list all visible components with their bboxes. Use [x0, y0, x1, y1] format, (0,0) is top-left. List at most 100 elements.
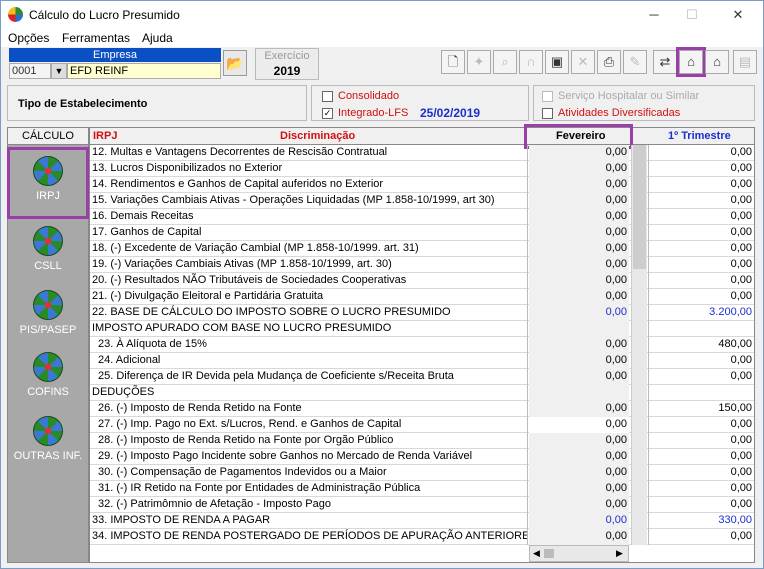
cell-fevereiro[interactable]: 0,00 — [529, 209, 629, 225]
cell-fevereiro[interactable]: 0,00 — [529, 145, 629, 161]
table-row[interactable]: 30. (-) Compensação de Pagamentos Indevi… — [90, 465, 754, 481]
empresa-down-icon[interactable]: ▼ — [51, 63, 67, 79]
cell-fevereiro[interactable]: 0,00 — [529, 289, 629, 305]
cell-fevereiro[interactable]: 0,00 — [529, 401, 629, 417]
minimize-icon[interactable]: ─ — [639, 5, 669, 25]
exercicio-value: 2019 — [273, 64, 301, 78]
table-row[interactable]: 34. IMPOSTO DE RENDA POSTERGADO DE PERÍO… — [90, 529, 754, 545]
cell-fevereiro[interactable]: 0,00 — [529, 161, 629, 177]
open-folder-icon[interactable]: 📂 — [223, 50, 247, 76]
vertical-scrollbar[interactable] — [631, 145, 647, 545]
save-icon[interactable]: ▣ — [545, 50, 569, 74]
table-row[interactable]: 22. BASE DE CÁLCULO DO IMPOSTO SOBRE O L… — [90, 305, 754, 321]
cell-fevereiro[interactable]: 0,00 — [529, 225, 629, 241]
row-description: 23. À Alíquota de 15% — [90, 337, 528, 353]
cell-fevereiro[interactable]: 0,00 — [529, 337, 629, 353]
cell-fevereiro[interactable]: 0,00 — [529, 449, 629, 465]
search-icon[interactable]: ⌕ — [493, 50, 517, 74]
empresa-name-field[interactable]: EFD REINF — [67, 63, 221, 79]
cell-trimestre: 0,00 — [648, 433, 754, 449]
scroll-right-icon[interactable]: ▶ — [616, 548, 623, 559]
recalculate-icon[interactable]: ⌂ — [705, 50, 729, 74]
tools-icon[interactable]: ✎ — [623, 50, 647, 74]
close-icon[interactable]: ✕ — [723, 5, 753, 25]
cell-fevereiro[interactable] — [529, 321, 629, 337]
module-cofins[interactable]: COFINS — [10, 346, 86, 412]
horizontal-scrollbar[interactable]: ◀ ▶ — [529, 545, 629, 562]
table-row[interactable]: 28. (-) Imposto de Renda Retido na Fonte… — [90, 433, 754, 449]
export-icon[interactable]: ⇄ — [653, 50, 677, 74]
servico-checkbox[interactable] — [542, 91, 553, 102]
cell-fevereiro[interactable]: 0,00 — [529, 465, 629, 481]
new-document-icon[interactable]: 🗋 — [441, 50, 465, 74]
cell-fevereiro[interactable]: 0,00 — [529, 513, 629, 529]
cell-fevereiro[interactable]: 0,00 — [529, 241, 629, 257]
integrado-checkbox[interactable]: ✓ — [322, 108, 333, 119]
table-row[interactable]: IMPOSTO APURADO COM BASE NO LUCRO PRESUM… — [90, 321, 754, 337]
exercicio-label: Exercício — [264, 50, 310, 62]
scroll-left-icon[interactable]: ◀ — [533, 548, 540, 559]
maximize-icon[interactable]: ☐ — [677, 5, 707, 25]
table-row[interactable]: 27. (-) Imp. Pago no Ext. s/Lucros, Rend… — [90, 417, 754, 433]
table-row[interactable]: 15. Variações Cambiais Ativas - Operaçõe… — [90, 193, 754, 209]
app-globe-icon — [8, 7, 23, 22]
col-1-trimestre[interactable]: 1º Trimestre — [668, 128, 731, 145]
table-row[interactable]: 26. (-) Imposto de Renda Retido na Fonte… — [90, 401, 754, 417]
col-tag: IRPJ — [93, 130, 118, 142]
calculate-icon[interactable]: ⌂ — [676, 47, 706, 77]
cell-trimestre — [648, 385, 754, 401]
atividades-checkbox[interactable] — [542, 108, 553, 119]
table-row[interactable]: 33. IMPOSTO DE RENDA A PAGAR 0,00 330,00 — [90, 513, 754, 529]
table-row[interactable]: 31. (-) IR Retido na Fonte por Entidades… — [90, 481, 754, 497]
magnet-icon[interactable]: ∩ — [519, 50, 543, 74]
cell-trimestre: 0,00 — [648, 225, 754, 241]
module-pis-pasep[interactable]: PIS/PASEP — [10, 284, 86, 350]
cell-fevereiro[interactable]: 0,00 — [529, 529, 629, 545]
table-row[interactable]: 23. À Alíquota de 15% 0,00 480,00 — [90, 337, 754, 353]
table-row[interactable]: 12. Multas e Vantagens Decorrentes de Re… — [90, 145, 754, 161]
table-row[interactable]: 16. Demais Receitas 0,00 0,00 — [90, 209, 754, 225]
hscroll-thumb[interactable] — [544, 549, 554, 558]
module-irpj[interactable]: IRPJ — [7, 147, 89, 219]
cell-fevereiro[interactable]: 0,00 — [529, 353, 629, 369]
table-row[interactable]: 29. (-) Imposto Pago Incidente sobre Gan… — [90, 449, 754, 465]
cell-fevereiro[interactable] — [529, 385, 629, 401]
table-row[interactable]: 32. (-) Patrimômnio de Afetação - Impost… — [90, 497, 754, 513]
table-row[interactable]: 17. Ganhos de Capital 0,00 0,00 — [90, 225, 754, 241]
cell-fevereiro[interactable]: 0,00 — [529, 273, 629, 289]
cell-fevereiro[interactable]: 0,00 — [529, 497, 629, 513]
module-csll[interactable]: CSLL — [10, 220, 86, 286]
table-row[interactable]: 20. (-) Resultados NÃO Tributáveis de So… — [90, 273, 754, 289]
table-row[interactable]: 21. (-) Divulgação Eleitoral e Partidári… — [90, 289, 754, 305]
table-row[interactable]: 13. Lucros Disponibilizados no Exterior 0… — [90, 161, 754, 177]
integrado-label: Integrado-LFS — [338, 107, 409, 119]
row-description: 19. (-) Variações Cambiais Ativas (MP 1.… — [90, 257, 528, 273]
menu-opcoes[interactable]: Opções — [8, 31, 49, 45]
table-row[interactable]: DEDUÇÕES — [90, 385, 754, 401]
scroll-thumb[interactable] — [633, 145, 646, 269]
cell-fevereiro[interactable]: 0,00 — [529, 305, 629, 321]
cell-fevereiro[interactable]: 0,00 — [529, 369, 629, 385]
table-row[interactable]: 25. Diferença de IR Devida pela Mudança … — [90, 369, 754, 385]
delete-icon[interactable]: ✕ — [571, 50, 595, 74]
print-icon[interactable]: ⎙ — [597, 50, 621, 74]
cell-fevereiro[interactable]: 0,00 — [529, 193, 629, 209]
cell-fevereiro[interactable]: 0,00 — [529, 481, 629, 497]
report-icon[interactable]: ▤ — [733, 50, 757, 74]
cell-fevereiro[interactable]: 0,00 — [529, 417, 629, 433]
table-row[interactable]: 24. Adicional 0,00 0,00 — [90, 353, 754, 369]
menu-ajuda[interactable]: Ajuda — [142, 31, 173, 45]
cell-fevereiro[interactable]: 0,00 — [529, 177, 629, 193]
cell-fevereiro[interactable]: 0,00 — [529, 433, 629, 449]
table-row[interactable]: 14. Rendimentos e Ganhos de Capital aufe… — [90, 177, 754, 193]
cell-fevereiro[interactable]: 0,00 — [529, 257, 629, 273]
module-label: PIS/PASEP — [19, 324, 77, 336]
menu-ferramentas[interactable]: Ferramentas — [62, 31, 130, 45]
table-row[interactable]: 18. (-) Excedente de Variação Cambial (M… — [90, 241, 754, 257]
consolidado-checkbox[interactable] — [322, 91, 333, 102]
compass-icon[interactable]: ✦ — [467, 50, 491, 74]
module-outras-inf[interactable]: OUTRAS INF. — [10, 410, 86, 476]
exercicio-box[interactable]: Exercício 2019 — [255, 48, 319, 80]
empresa-code-field[interactable]: 0001 — [9, 63, 51, 79]
table-row[interactable]: 19. (-) Variações Cambiais Ativas (MP 1.… — [90, 257, 754, 273]
